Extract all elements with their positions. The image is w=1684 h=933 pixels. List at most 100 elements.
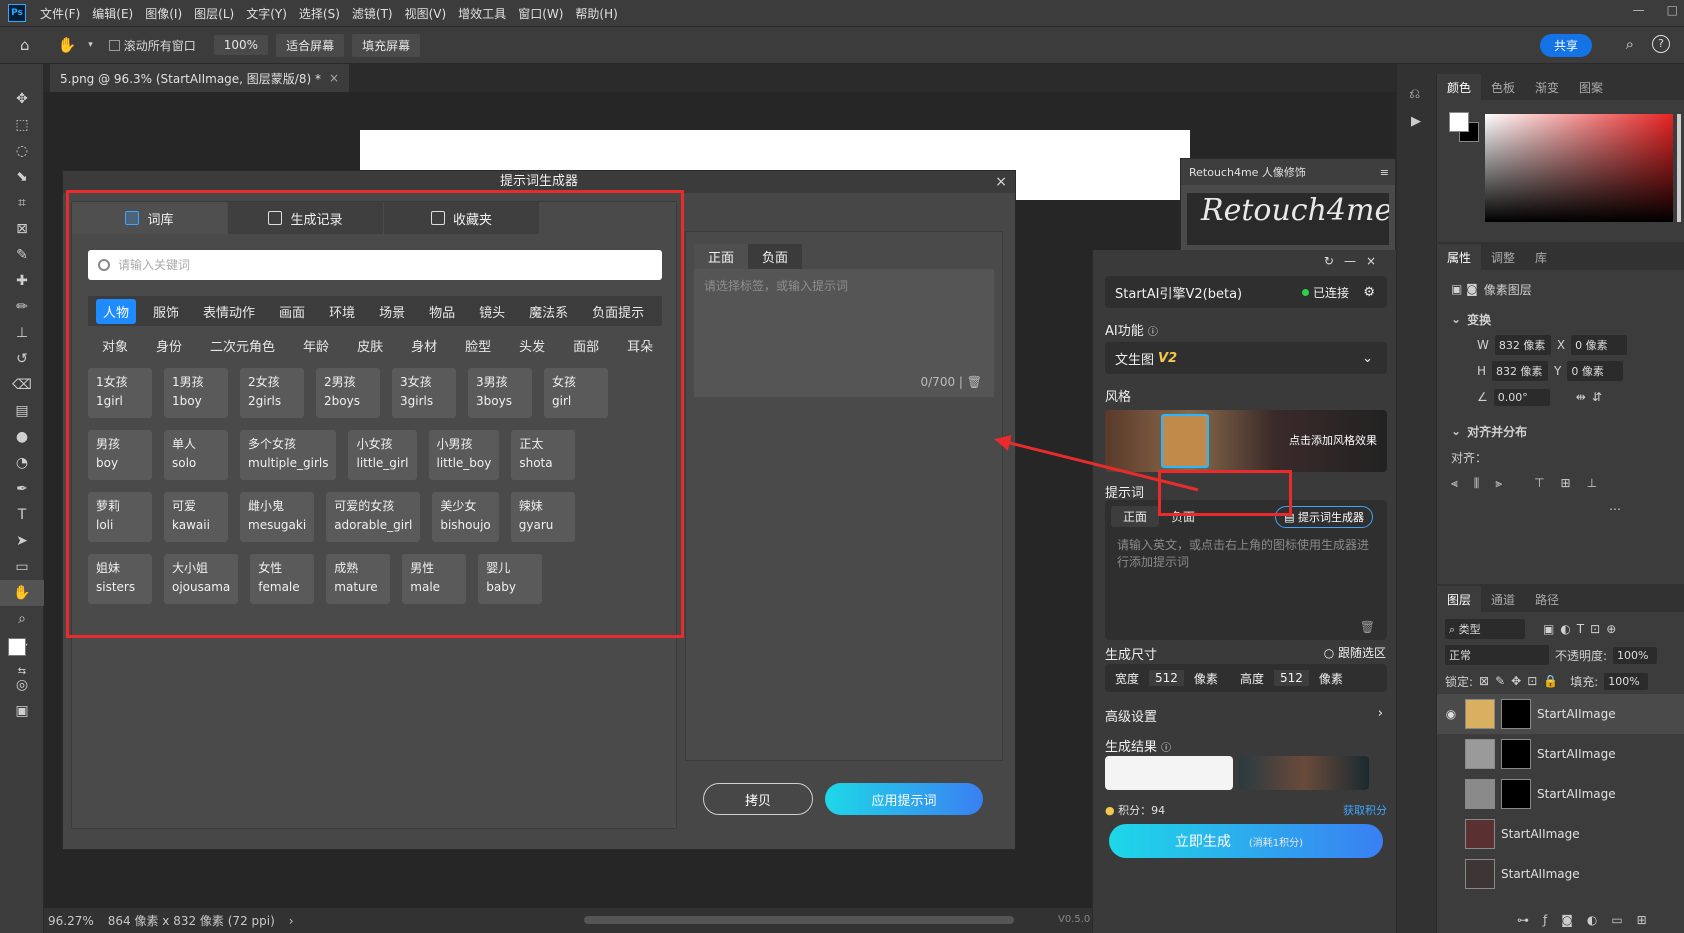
stamp-tool-icon[interactable]: ⊥ [0,320,44,346]
layer-footer-icons[interactable]: ⊶ƒ◙◐▭⊞ [1517,913,1661,927]
tab-properties[interactable]: 属性 [1437,244,1482,270]
prompt-tag[interactable]: 3男孩 3boys [468,368,532,418]
prompt-tag[interactable]: 小女孩 little_girl [348,430,417,480]
category-tab[interactable]: 环境 [322,299,362,324]
tab-gradients[interactable]: 渐变 [1525,74,1569,100]
chevron-right-icon[interactable]: › [289,914,294,928]
menu-edit[interactable]: 编辑(E) [86,5,139,22]
tab-layers[interactable]: 图层 [1437,586,1482,612]
menu-image[interactable]: 图像(I) [139,5,188,22]
advanced-settings[interactable]: 高级设置 › [1105,706,1387,725]
style-gallery[interactable]: 点击添加风格效果 [1105,410,1387,472]
apply-prompt-button[interactable]: 应用提示词 [825,783,983,815]
prompt-tag[interactable]: 可爱 kawaii [164,492,228,542]
layer-mask-thumbnail[interactable] [1501,699,1531,729]
crop-tool-icon[interactable]: ⌗ [0,190,44,216]
zoom-status[interactable]: 96.27% [48,914,94,928]
prompt-tag[interactable]: 婴儿 baby [478,554,543,604]
result-thumbnail[interactable] [1105,756,1233,790]
subcategory-tab[interactable]: 对象 [88,336,142,358]
filter-icons[interactable]: ▣◐T⊡⊕ [1543,622,1622,636]
subcategory-tab[interactable]: 二次元角色 [196,336,289,355]
menu-select[interactable]: 选择(S) [293,5,346,22]
layer-mask-thumbnail[interactable] [1501,739,1531,769]
settings-icon[interactable]: ⚙ [1363,285,1375,300]
ai-mode-select[interactable]: 文生图 V2 ⌄ [1105,342,1387,374]
subcategory-tab[interactable]: 耳朵 [613,336,662,355]
subcategory-tab[interactable]: 年龄 [289,336,343,355]
align-right-icon[interactable]: ⫸ [1495,476,1502,491]
fill-input[interactable]: 100% [1604,672,1649,690]
y-input[interactable]: 0 像素 [1567,361,1624,381]
tab-swatches[interactable]: 色板 [1481,74,1525,100]
layer-item[interactable]: StartAIImage [1437,774,1684,814]
share-button[interactable]: 共享 [1539,34,1592,57]
prompt-tag[interactable]: 成熟 mature [326,554,391,604]
color-picker-field[interactable] [1485,114,1673,222]
zoom-100-button[interactable]: 100% [213,35,269,55]
prompt-tag[interactable]: 正太 shota [511,430,576,480]
tab-adjustments[interactable]: 调整 [1481,244,1525,270]
quick-select-tool-icon[interactable]: ⬊ [0,164,44,190]
history-brush-icon[interactable]: ↺ [0,346,44,372]
generate-button[interactable]: 立即生成 (消耗1积分) [1109,824,1383,858]
close-icon[interactable]: × [995,171,1007,193]
prompt-tag[interactable]: 1男孩 1boy [164,368,228,418]
help-icon[interactable]: ? [1652,35,1670,53]
x-input[interactable]: 0 像素 [1571,335,1628,355]
foreground-color-swatch[interactable] [8,638,26,656]
tab-positive[interactable]: 正面 [1111,506,1160,527]
prompt-placeholder[interactable]: 请输入英文，或点击右上角的图标使用生成器进行添加提示词 [1105,533,1387,575]
visibility-eye-icon[interactable]: ◉ [1443,707,1459,721]
tab-libraries[interactable]: 库 [1525,244,1557,270]
menu-layer[interactable]: 图层(L) [188,5,240,22]
horizontal-scrollbar[interactable] [584,916,1014,924]
category-tab[interactable]: 场景 [372,299,412,324]
width-input[interactable]: 832 像素 [1494,335,1551,355]
align-left-icon[interactable]: ⫷ [1451,476,1458,491]
category-tab[interactable]: 画面 [272,299,312,324]
subcategory-tab[interactable]: 面部 [559,336,613,355]
hue-slider[interactable] [1677,114,1681,222]
prompt-generator-button[interactable]: ▤ 提示词生成器 [1275,506,1373,528]
subcategory-tab[interactable]: 头发 [505,336,559,355]
fill-screen-button[interactable]: 填充屏幕 [352,33,421,57]
align-bottom-icon[interactable]: ⊥ [1587,476,1597,490]
prompt-tag[interactable]: 雌小鬼 mesugaki [240,492,315,542]
tab-color[interactable]: 颜色 [1437,74,1482,100]
category-tab[interactable]: 魔法系 [522,299,575,324]
flip-vertical-icon[interactable]: ⇵ [1592,390,1602,404]
tab-negative[interactable]: 负面 [1159,506,1207,527]
layer-item[interactable]: ◉ StartAIImage [1437,694,1684,734]
prompt-tag[interactable]: 3女孩 3girls [392,368,456,418]
document-tab[interactable]: 5.png @ 96.3% (StartAIImage, 图层蒙版/8) * × [50,64,350,92]
angle-input[interactable]: 0.00° [1493,388,1550,406]
menu-type[interactable]: 文字(Y) [240,5,293,22]
opacity-input[interactable]: 100% [1613,646,1658,664]
trash-icon[interactable]: 🗑 [1360,620,1375,634]
follow-selection[interactable]: ○ 跟随选区 [1324,644,1386,661]
lasso-tool-icon[interactable]: ◌ [0,138,44,164]
prompt-tag[interactable]: 单人 solo [164,430,228,480]
shape-tool-icon[interactable]: ▭ [0,554,44,580]
menu-plugins[interactable]: 增效工具 [452,5,512,22]
fit-screen-button[interactable]: 适合屏幕 [276,33,345,57]
hand-tool-icon[interactable]: ✋ [0,580,44,606]
maximize-icon[interactable]: □ [1667,3,1678,17]
prompt-textarea[interactable]: 请选择标签，或输入提示词 0/700 | 🗑 [694,269,994,397]
layer-item[interactable]: StartAIImage [1437,814,1684,854]
get-points-link[interactable]: 获取积分 [1343,802,1387,818]
prompt-tag[interactable]: 大小姐 ojousama [164,554,239,604]
layer-name[interactable]: StartAIImage [1537,707,1616,721]
dodge-tool-icon[interactable]: ◔ [0,450,44,476]
hand-tool-icon[interactable]: ✋ [58,36,77,54]
pen-tool-icon[interactable]: ✒ [0,476,44,502]
close-icon[interactable]: × [329,71,339,85]
width-input[interactable]: 512 [1149,670,1184,686]
prompt-tag[interactable]: 女孩 girl [544,368,608,418]
trash-icon[interactable]: 🗑 [967,375,982,389]
category-tab[interactable]: 负面提示 [585,299,651,324]
subcategory-tab[interactable]: 身份 [142,336,196,355]
blur-tool-icon[interactable]: ● [0,424,44,450]
brush-tool-icon[interactable]: ✏ [0,294,44,320]
